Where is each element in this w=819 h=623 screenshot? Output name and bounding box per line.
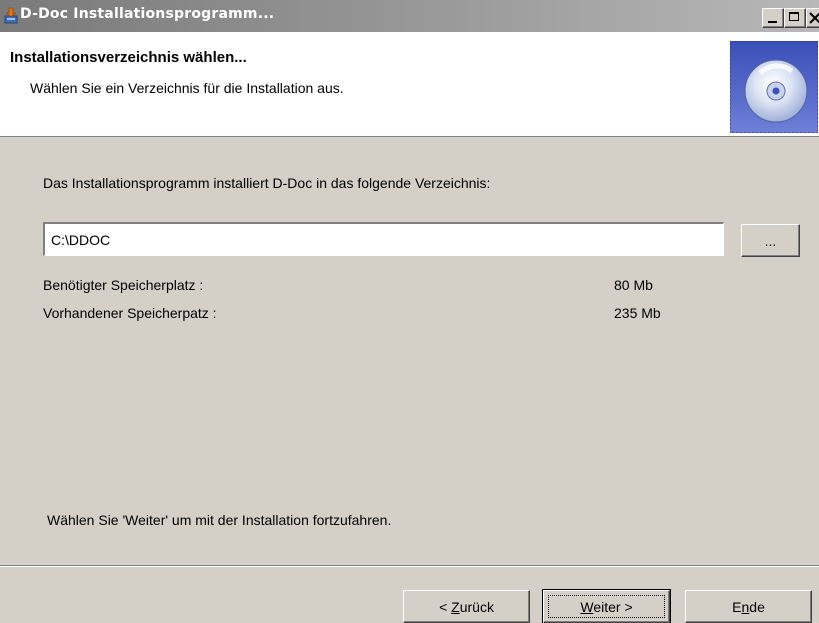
next-button-label: eiter > [593,598,633,615]
close-icon [809,12,819,24]
cd-disc-icon [730,41,818,133]
browse-button[interactable]: ... [741,224,800,257]
install-path-input[interactable] [43,222,724,256]
footer-separator-highlight [0,566,819,567]
back-button-prefix: < [439,598,452,615]
available-space-label: Vorhandener Speicherpatz : [43,305,217,321]
header-subtitle: Wählen Sie ein Verzeichnis für die Insta… [30,80,344,96]
header-title: Installationsverzeichnis wählen... [10,49,247,66]
continue-hint: Wählen Sie 'Weiter' um mit der Installat… [47,512,392,528]
end-button-label: de [749,598,765,615]
available-space-value: 235 Mb [614,305,661,321]
window-title: D-Doc Installationsprogramm... [20,6,275,22]
title-bar[interactable]: D-Doc Installationsprogramm... [0,0,819,32]
close-button[interactable] [806,8,819,28]
minimize-button[interactable] [762,8,784,28]
required-space-value: 80 Mb [614,277,653,293]
required-space-label: Benötigter Speicherplatz : [43,277,204,293]
next-button[interactable]: Weiter > [542,589,671,623]
back-button[interactable]: < Zurück [403,590,530,623]
minimize-icon [768,21,777,23]
maximize-button[interactable] [784,8,806,28]
end-button[interactable]: Ende [685,590,812,623]
wizard-header: Installationsverzeichnis wählen... Wähle… [0,32,819,137]
next-button-mnemonic: W [580,598,594,615]
installer-icon [4,7,18,24]
back-button-label: urück [459,598,494,615]
maximize-icon [789,12,799,21]
intro-text: Das Installationsprogramm installiert D-… [43,175,491,191]
back-button-mnemonic: Z [451,598,460,615]
